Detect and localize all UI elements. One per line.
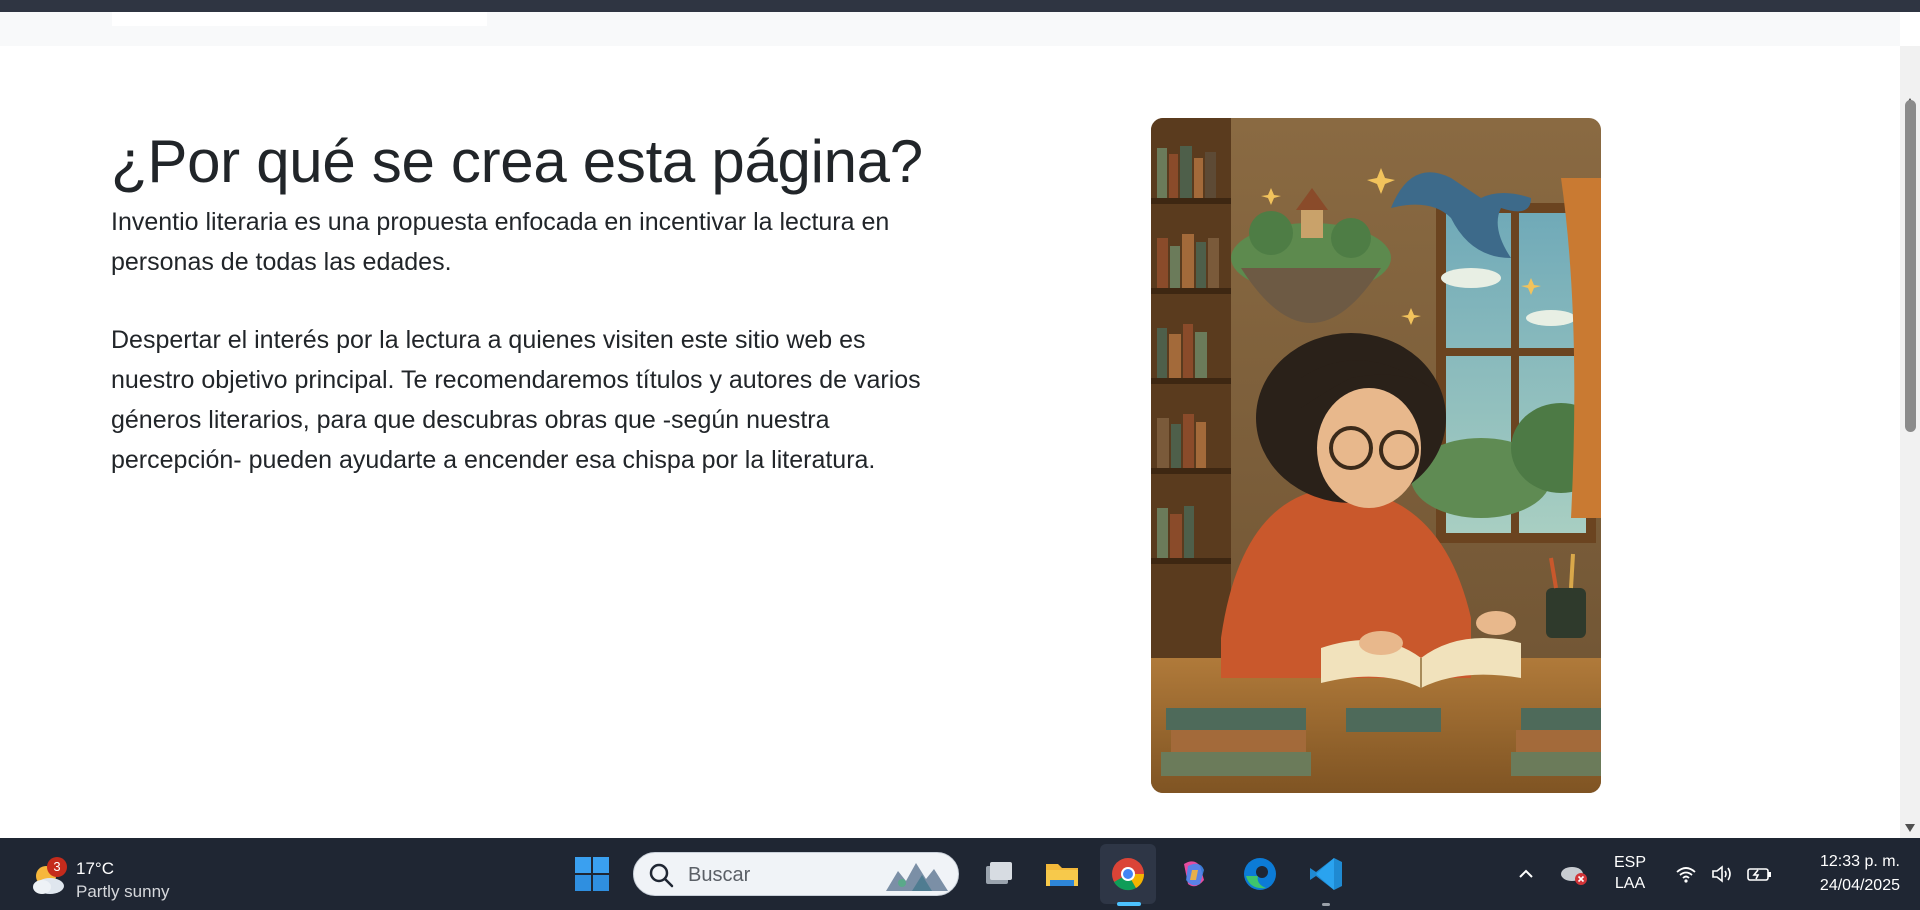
battery-charging-icon[interactable] (1746, 862, 1774, 886)
folder-icon (1046, 864, 1078, 886)
search-icon (648, 862, 674, 888)
search-highlight-art-icon (882, 857, 952, 893)
browser-top-strip (0, 0, 1920, 12)
wifi-icon[interactable] (1674, 862, 1698, 886)
page-content: ¿Por qué se crea esta página? Inventio l… (0, 46, 1900, 838)
copilot-button[interactable] (1170, 850, 1218, 898)
vscode-button[interactable] (1302, 850, 1350, 898)
page-title: ¿Por qué se crea esta página? (111, 128, 923, 195)
chrome-button[interactable] (1104, 850, 1152, 898)
vscode-icon (1310, 858, 1342, 890)
clock-date: 24/04/2025 (1819, 877, 1900, 894)
weather-temperature: 17°C (76, 859, 114, 878)
start-button[interactable] (568, 850, 616, 898)
search-placeholder: Buscar (688, 864, 751, 886)
file-explorer-button[interactable] (1038, 850, 1086, 898)
task-view-button[interactable] (974, 850, 1022, 898)
taskbar-search[interactable]: Buscar (633, 852, 959, 896)
task-view-icon (986, 862, 1012, 884)
volume-icon[interactable] (1710, 862, 1734, 886)
weather-widget[interactable]: 3 17°C Partly sunny (28, 848, 198, 901)
language-code: ESP (1613, 854, 1646, 871)
windows-taskbar: 3 17°C Partly sunny Buscar ESP LAA 12:33… (0, 838, 1920, 910)
onedrive-button[interactable] (1558, 860, 1590, 888)
input-language[interactable]: ESP LAA (1604, 852, 1656, 894)
edge-icon (1244, 858, 1276, 890)
site-header-remnant (0, 12, 1900, 46)
windows-logo-icon (575, 857, 609, 891)
vscode-running-indicator (1322, 903, 1330, 906)
header-element-remnant (112, 12, 487, 26)
system-clock[interactable]: 12:33 p. m. 24/04/2025 (1790, 850, 1900, 898)
intro-paragraph: Inventio literaria es una propuesta enfo… (111, 208, 890, 276)
reading-girl-illustration (1151, 118, 1601, 793)
scroll-down-arrow-icon[interactable] (1905, 824, 1915, 832)
edge-button[interactable] (1236, 850, 1284, 898)
chrome-icon (1112, 858, 1145, 891)
keyboard-layout-code: LAA (1614, 875, 1646, 892)
weather-notification-badge: 3 (47, 857, 67, 877)
page-scrollbar[interactable] (1900, 46, 1920, 838)
purpose-paragraph: Despertar el interés por la lectura a qu… (111, 326, 921, 474)
copilot-icon (1184, 861, 1204, 887)
clock-time: 12:33 p. m. (1819, 853, 1900, 870)
onedrive-error-icon (1561, 867, 1587, 885)
chevron-up-icon (1519, 869, 1533, 878)
chrome-running-indicator (1117, 902, 1141, 906)
scroll-thumb[interactable] (1905, 100, 1916, 432)
weather-description: Partly sunny (76, 882, 170, 901)
show-hidden-icons-button[interactable] (1514, 862, 1538, 886)
